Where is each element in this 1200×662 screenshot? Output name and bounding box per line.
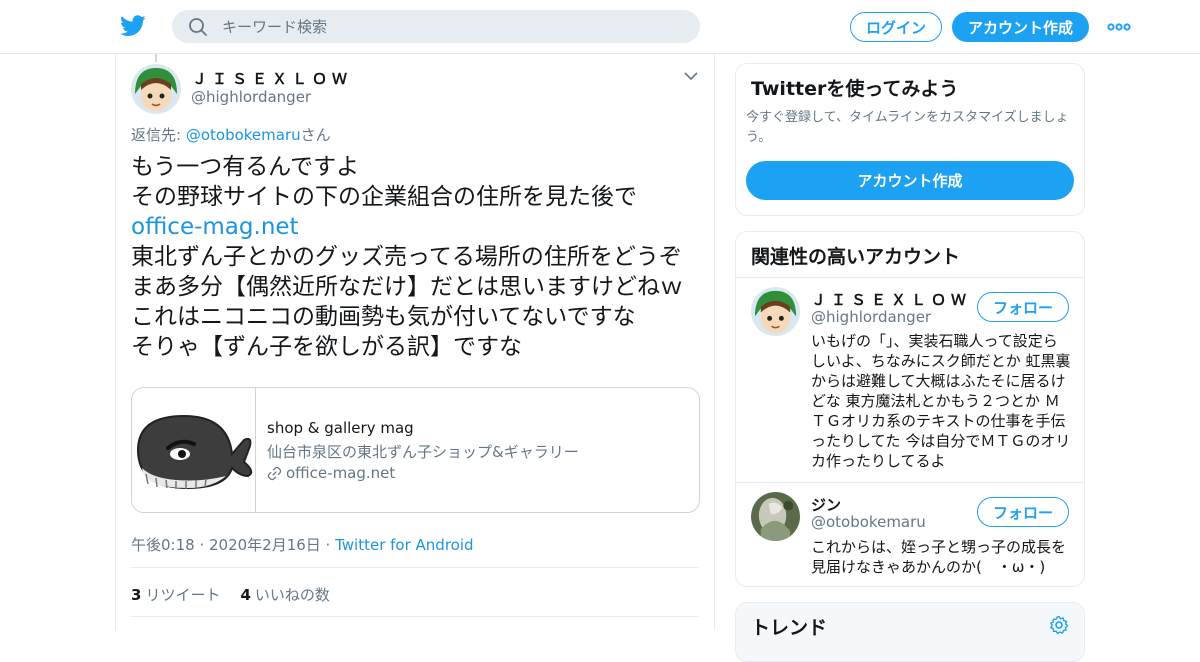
- divider: [131, 616, 699, 617]
- link-icon: [267, 466, 282, 480]
- bio-line: ＴＧオリカ系のテキストの仕事を手伝: [811, 412, 1066, 430]
- tweet-line: もう一つ有るんですよ: [131, 154, 360, 180]
- account-bio: これからは、姪っ子と甥っ子の成長を 見届けなきゃあかんのか( ・ω・): [811, 537, 1073, 577]
- tweet-line: その野球サイトの下の企業組合の住所を見た後で: [131, 184, 637, 210]
- search-icon: [189, 18, 207, 36]
- link-card[interactable]: shop & gallery mag 仙台市泉区の東北ずん子ショップ&ギャラリー…: [131, 387, 700, 513]
- reply-prefix: 返信先:: [131, 126, 186, 144]
- cartoon-avatar-icon: [751, 287, 800, 336]
- bio-line: これからは、姪っ子と甥っ子の成長を: [811, 538, 1067, 556]
- avatar[interactable]: [751, 492, 800, 541]
- top-bar: ログイン アカウント作成: [0, 0, 1200, 54]
- follow-button[interactable]: フォロー: [977, 292, 1069, 322]
- avatar[interactable]: [131, 64, 181, 114]
- retweet-stat[interactable]: 3 リツイート: [131, 584, 220, 605]
- bio-line: カ作ったりしてるよ: [811, 452, 946, 470]
- like-label: いいねの数: [254, 586, 330, 604]
- signup-module: Twitterを使ってみよう 今すぐ登録して、タイムラインをカスタマイズしましょ…: [735, 63, 1085, 216]
- tweet-text: もう一つ有るんですよ その野球サイトの下の企業組合の住所を見た後で office…: [131, 152, 703, 362]
- like-count: 4: [240, 586, 251, 604]
- search-bar[interactable]: [172, 10, 700, 43]
- trends-module: トレンド: [735, 602, 1085, 662]
- tweet-source-link[interactable]: Twitter for Android: [335, 536, 473, 554]
- card-thumbnail: [132, 388, 256, 512]
- related-accounts-module: 関連性の高いアカウント ＪＩＳＥＸＬＯＷ @highlordanger フォロー…: [735, 231, 1085, 587]
- photo-avatar-icon: [751, 492, 800, 541]
- tweet-line: まあ多分【偶然近所なだけ】だとは思いますけどねｗ: [131, 274, 683, 300]
- retweet-count: 3: [131, 586, 142, 604]
- cartoon-avatar-icon: [131, 64, 181, 114]
- account-name[interactable]: ジン: [811, 494, 841, 515]
- bio-line: いもげの「」、実装石職人って設定ら: [811, 332, 1058, 350]
- thread-connector: [155, 54, 157, 62]
- tweet-timestamp[interactable]: 午後0:18 · 2020年2月16日 ·: [131, 536, 335, 554]
- card-title: shop & gallery mag: [267, 419, 414, 437]
- more-options-icon[interactable]: [1107, 17, 1131, 37]
- tweet-detail: ＪＩＳＥＸＬＯＷ @highlordanger 返信先: @otobokemar…: [115, 54, 715, 630]
- author-name[interactable]: ＪＩＳＥＸＬＯＷ: [192, 68, 352, 89]
- tweet-line: 東北ずん子とかのグッズ売ってる場所の住所をどうぞ: [131, 244, 682, 270]
- trends-title: トレンド: [751, 617, 828, 639]
- retweet-label: リツイート: [145, 586, 221, 604]
- divider: [736, 482, 1084, 483]
- author-handle[interactable]: @highlordanger: [191, 88, 311, 106]
- signup-module-description: 今すぐ登録して、タイムラインをカスタマイズしましょう。: [746, 110, 1069, 145]
- login-button[interactable]: ログイン: [850, 12, 942, 42]
- reply-context: 返信先: @otobokemaruさん: [131, 124, 331, 145]
- account-name[interactable]: ＪＩＳＥＸＬＯＷ: [811, 289, 971, 310]
- chevron-down-icon[interactable]: [683, 70, 699, 82]
- like-stat[interactable]: 4 いいねの数: [240, 584, 329, 605]
- search-input[interactable]: [222, 10, 682, 43]
- card-description: 仙台市泉区の東北ずん子ショップ&ギャラリー: [267, 443, 579, 461]
- divider: [736, 277, 1084, 278]
- bio-line: どな 東方魔法札とかもう２つとか Ｍ: [811, 392, 1060, 410]
- twitter-bird-icon[interactable]: [120, 14, 146, 38]
- tweet-metadata: 午後0:18 · 2020年2月16日 · Twitter for Androi…: [131, 534, 474, 555]
- divider: [131, 567, 699, 568]
- bio-line: しいよ、ちなみにスク師だとか 虹黒裏: [811, 352, 1071, 370]
- card-url-text: office-mag.net: [286, 464, 396, 482]
- create-account-button[interactable]: アカウント作成: [746, 161, 1074, 200]
- related-accounts-title: 関連性の高いアカウント: [751, 246, 961, 268]
- avatar[interactable]: [751, 287, 800, 336]
- tweet-stats: 3 リツイート 4 いいねの数: [131, 584, 330, 605]
- account-bio: いもげの「」、実装石職人って設定ら しいよ、ちなみにスク師だとか 虹黒裏 からは…: [811, 331, 1073, 471]
- reply-suffix: さん: [300, 126, 331, 144]
- signup-button[interactable]: アカウント作成: [952, 12, 1089, 42]
- tweet-link[interactable]: office-mag.net: [131, 212, 703, 242]
- card-url: office-mag.net: [267, 464, 395, 482]
- signup-module-title: Twitterを使ってみよう: [751, 78, 959, 100]
- gear-icon[interactable]: [1049, 615, 1069, 635]
- follow-button[interactable]: フォロー: [977, 497, 1069, 527]
- account-handle[interactable]: @otobokemaru: [811, 513, 926, 531]
- reply-mention-link[interactable]: @otobokemaru: [186, 126, 301, 144]
- tweet-line: そりゃ【ずん子を欲しがる訳】ですな: [131, 334, 522, 360]
- bio-line: 見届けなきゃあかんのか( ・ω・): [811, 558, 1046, 576]
- account-handle[interactable]: @highlordanger: [811, 308, 931, 326]
- bio-line: ったりしてた 今は自分でＭＴＧのオリ: [811, 432, 1071, 450]
- whale-mascot-icon: [136, 414, 253, 490]
- bio-line: からは避難して大概はふたそに居るけ: [811, 372, 1066, 390]
- tweet-line: これはニコニコの動画勢も気が付いてないですな: [131, 304, 636, 330]
